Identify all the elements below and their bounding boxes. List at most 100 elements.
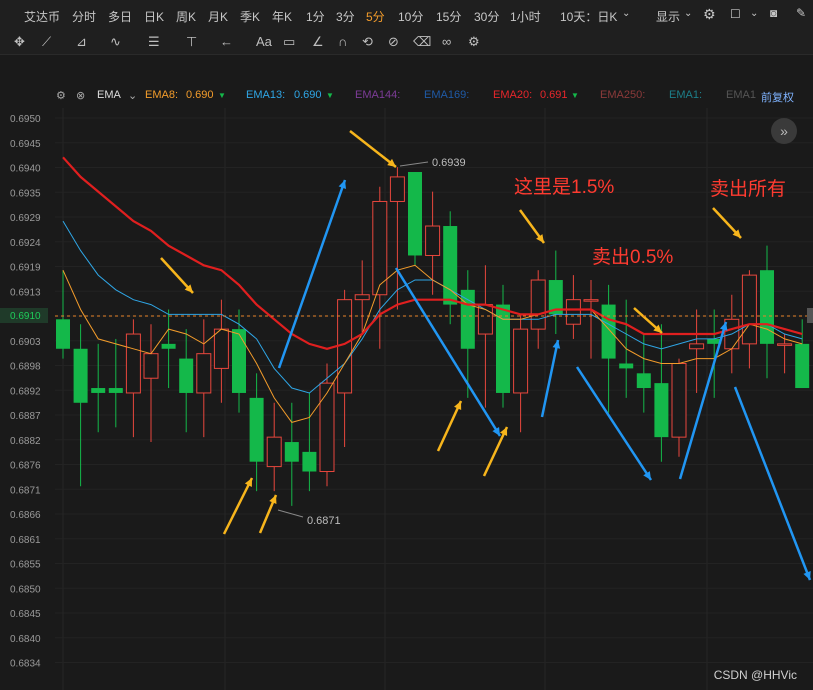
y-tick-label: 0.6845 (10, 609, 41, 620)
y-tick-label: 0.6929 (10, 213, 41, 224)
right-price-tag (807, 308, 813, 323)
y-tick-label: 0.6945 (10, 139, 41, 150)
candle-body-up (354, 294, 370, 301)
candle-body-up (143, 353, 159, 379)
candle-body-up (671, 362, 687, 438)
candle-body-down (496, 304, 510, 393)
y-tick-label: 0.6924 (10, 238, 41, 249)
y-tick-label: 0.6898 (10, 362, 41, 373)
watermark: CSDN @HHVic (713, 668, 797, 682)
y-tick-label: 0.6950 (10, 114, 41, 125)
ema20-value: 0.691 (540, 89, 568, 101)
candle-body-down (302, 451, 317, 472)
y-tick-label: 0.6903 (10, 337, 41, 348)
ema144-name: EMA144: (355, 89, 401, 101)
ema250-name: EMA250: (600, 89, 646, 101)
candle-body-up (513, 328, 529, 394)
grid (55, 108, 813, 690)
candle-body-down (460, 289, 475, 349)
y-tick-label: 0.6850 (10, 584, 41, 595)
candle-body-down (56, 319, 70, 349)
expand-button[interactable]: » (771, 118, 797, 144)
candle-body-up (777, 343, 793, 346)
candle-body-down (760, 270, 774, 344)
low-label: 0.6871 (307, 515, 341, 527)
blue-arrow-shaft (277, 179, 347, 369)
candle-body-down (284, 442, 299, 462)
ema13-value: 0.690 (294, 89, 322, 101)
y-tick-label: 0.6840 (10, 634, 41, 645)
candle-body-up (583, 299, 599, 302)
y-tick-label: 0.6866 (10, 510, 41, 521)
y-tick-label: 0.6940 (10, 164, 41, 175)
ema169-name: EMA169: (424, 89, 470, 101)
candle-body-up (266, 436, 282, 468)
candle-body-up (689, 343, 705, 350)
note-2: 卖出0.5% (592, 246, 673, 268)
yellow-arrow-shaft (222, 477, 254, 535)
ema-label: EMA (97, 89, 121, 101)
caret-down-icon: ▼ (218, 91, 226, 100)
y-tick-label: 0.6892 (10, 386, 41, 397)
y-tick-label: 0.6935 (10, 188, 41, 199)
candles (56, 167, 810, 506)
adjust-label[interactable]: 前复权 (761, 89, 794, 105)
yellow-arrow-shaft (482, 426, 509, 477)
candle-body-down (73, 348, 88, 403)
note-3: 卖出所有 (710, 178, 786, 200)
current-price-label: 0.6910 (10, 311, 41, 322)
ema1-name: EMA1: (669, 89, 703, 101)
caret-down-icon: ▼ (326, 91, 334, 100)
candle-body-up (741, 274, 757, 345)
candle-body-down (179, 358, 194, 393)
candle-body-up (425, 225, 441, 256)
blue-arrow-head (338, 180, 347, 189)
candle-body-up (565, 299, 581, 325)
y-tick-label: 0.6919 (10, 263, 41, 274)
yellow-arrow-shaft (436, 400, 463, 452)
high-leader (399, 161, 429, 167)
caret-down-icon: ▼ (571, 91, 579, 100)
ema8-value: 0.690 (186, 89, 214, 101)
candle-body-up (213, 328, 229, 369)
candle-body-down (232, 329, 246, 393)
candle-body-down (249, 397, 264, 462)
chevron-down-icon[interactable]: ⌄ (128, 89, 137, 102)
y-tick-label: 0.6834 (10, 659, 41, 670)
candle-body-up (125, 333, 141, 394)
candle-body-down (108, 388, 123, 393)
blue-arrow-shaft (733, 386, 812, 581)
y-tick-label: 0.6871 (10, 485, 41, 496)
ema-legend: ⚙ ⊗ EMA ⌄ EMA8: 0.690 ▼ EMA13: 0.690 ▼ E… (0, 86, 813, 106)
y-tick-label: 0.6887 (10, 411, 41, 422)
candle-body-down (91, 388, 106, 393)
y-axis: 0.6950 0.6945 0.6940 0.6935 0.6929 0.6924 0.69… (10, 114, 41, 670)
candle-body-up (530, 279, 546, 330)
candle-body-down (654, 383, 669, 438)
candle-body-up (319, 382, 335, 473)
close-icon[interactable]: ⊗ (76, 89, 85, 102)
y-tick-label: 0.6855 (10, 560, 41, 571)
candle-body-down (636, 373, 651, 389)
y-tick-label: 0.6861 (10, 535, 41, 546)
candle-body-down (161, 343, 176, 349)
candle-body-down (408, 172, 422, 256)
candle-body-up (389, 176, 405, 202)
candle-body-down (601, 304, 616, 359)
y-tick-label: 0.6913 (10, 287, 41, 298)
ema20-name: EMA20: (493, 89, 533, 101)
high-label: 0.6939 (432, 157, 466, 169)
y-tick-label: 0.6876 (10, 461, 41, 472)
ema8-name: EMA8: (145, 89, 179, 101)
ema1b-name: EMA1 (726, 89, 756, 101)
blue-arrow-head (552, 340, 561, 349)
note-1: 这里是1.5% (514, 176, 614, 198)
yellow-arrow-shaft (349, 130, 397, 168)
candle-body-down (795, 343, 810, 389)
candle-body-up (196, 353, 212, 394)
blue-arrow-shaft (540, 339, 560, 418)
y-tick-label: 0.6882 (10, 436, 41, 447)
candle-body-down (619, 363, 634, 369)
ema13-name: EMA13: (246, 89, 286, 101)
settings-icon[interactable]: ⚙ (56, 89, 66, 102)
